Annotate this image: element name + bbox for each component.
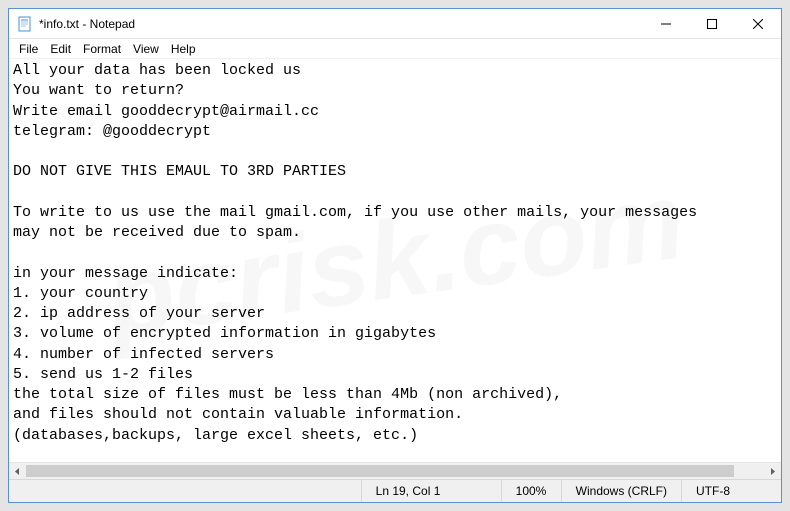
- menu-file[interactable]: File: [13, 40, 44, 58]
- editor-area: All your data has been locked us You wan…: [9, 59, 781, 479]
- menu-edit[interactable]: Edit: [44, 40, 77, 58]
- menubar: File Edit Format View Help: [9, 39, 781, 59]
- scrollbar-thumb[interactable]: [26, 465, 734, 477]
- text-editor[interactable]: All your data has been locked us You wan…: [9, 59, 781, 462]
- titlebar[interactable]: *info.txt - Notepad: [9, 9, 781, 39]
- horizontal-scrollbar[interactable]: [9, 462, 781, 479]
- close-button[interactable]: [735, 9, 781, 38]
- status-zoom: 100%: [501, 480, 561, 502]
- status-line-ending: Windows (CRLF): [561, 480, 681, 502]
- scroll-right-button[interactable]: [764, 463, 781, 479]
- menu-view[interactable]: View: [127, 40, 165, 58]
- notepad-icon: [17, 16, 33, 32]
- status-spacer: [9, 480, 361, 502]
- scrollbar-track[interactable]: [26, 463, 764, 479]
- status-position: Ln 19, Col 1: [361, 480, 501, 502]
- scroll-left-button[interactable]: [9, 463, 26, 479]
- editor-text: All your data has been locked us You wan…: [13, 62, 706, 444]
- menu-format[interactable]: Format: [77, 40, 127, 58]
- window-title: *info.txt - Notepad: [39, 17, 643, 31]
- minimize-button[interactable]: [643, 9, 689, 38]
- menu-help[interactable]: Help: [165, 40, 202, 58]
- maximize-button[interactable]: [689, 9, 735, 38]
- window-controls: [643, 9, 781, 38]
- notepad-window: *info.txt - Notepad File Edit Format Vie…: [8, 8, 782, 503]
- statusbar: Ln 19, Col 1 100% Windows (CRLF) UTF-8: [9, 479, 781, 502]
- status-encoding: UTF-8: [681, 480, 781, 502]
